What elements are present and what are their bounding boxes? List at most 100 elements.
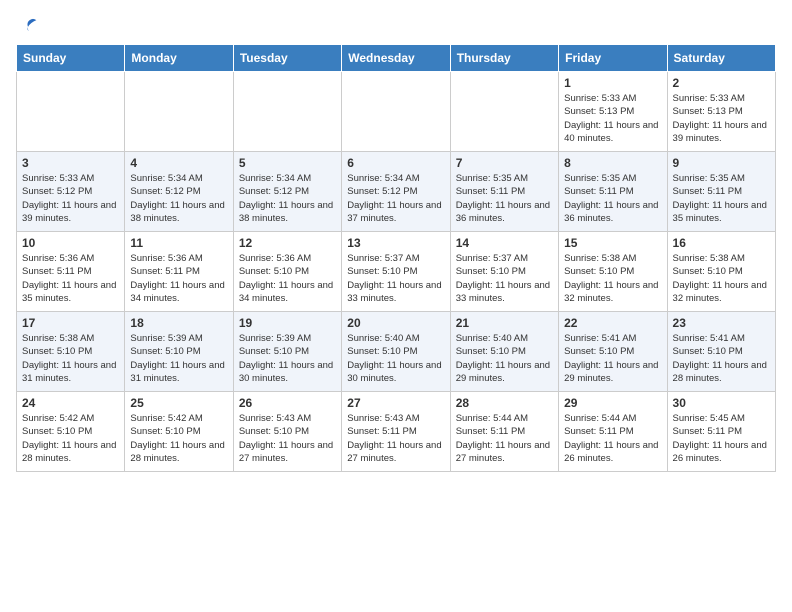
calendar-cell: 2 Sunrise: 5:33 AM Sunset: 5:13 PM Daylig… <box>667 72 775 152</box>
calendar-week-row: 1 Sunrise: 5:33 AM Sunset: 5:13 PM Daylig… <box>17 72 776 152</box>
calendar-cell: 8 Sunrise: 5:35 AM Sunset: 5:11 PM Daylig… <box>559 152 667 232</box>
day-number: 10 <box>22 236 119 250</box>
day-number: 2 <box>673 76 770 90</box>
day-info: Sunrise: 5:38 AM Sunset: 5:10 PM Dayligh… <box>673 252 770 305</box>
weekday-header-cell: Friday <box>559 45 667 72</box>
day-info: Sunrise: 5:35 AM Sunset: 5:11 PM Dayligh… <box>456 172 553 225</box>
day-number: 8 <box>564 156 661 170</box>
day-info: Sunrise: 5:39 AM Sunset: 5:10 PM Dayligh… <box>130 332 227 385</box>
calendar-week-row: 24 Sunrise: 5:42 AM Sunset: 5:10 PM Dayli… <box>17 392 776 472</box>
logo <box>16 16 38 36</box>
logo-bird-icon <box>18 16 38 36</box>
calendar-cell: 9 Sunrise: 5:35 AM Sunset: 5:11 PM Daylig… <box>667 152 775 232</box>
weekday-header-row: SundayMondayTuesdayWednesdayThursdayFrid… <box>17 45 776 72</box>
day-info: Sunrise: 5:44 AM Sunset: 5:11 PM Dayligh… <box>564 412 661 465</box>
day-number: 11 <box>130 236 227 250</box>
weekday-header-cell: Monday <box>125 45 233 72</box>
calendar-cell: 3 Sunrise: 5:33 AM Sunset: 5:12 PM Daylig… <box>17 152 125 232</box>
day-info: Sunrise: 5:36 AM Sunset: 5:11 PM Dayligh… <box>130 252 227 305</box>
day-info: Sunrise: 5:35 AM Sunset: 5:11 PM Dayligh… <box>673 172 770 225</box>
calendar-cell: 18 Sunrise: 5:39 AM Sunset: 5:10 PM Dayli… <box>125 312 233 392</box>
calendar-cell: 29 Sunrise: 5:44 AM Sunset: 5:11 PM Dayli… <box>559 392 667 472</box>
calendar-body: 1 Sunrise: 5:33 AM Sunset: 5:13 PM Daylig… <box>17 72 776 472</box>
day-info: Sunrise: 5:41 AM Sunset: 5:10 PM Dayligh… <box>564 332 661 385</box>
calendar-week-row: 17 Sunrise: 5:38 AM Sunset: 5:10 PM Dayli… <box>17 312 776 392</box>
day-info: Sunrise: 5:33 AM Sunset: 5:13 PM Dayligh… <box>564 92 661 145</box>
calendar-cell <box>450 72 558 152</box>
calendar-cell: 1 Sunrise: 5:33 AM Sunset: 5:13 PM Daylig… <box>559 72 667 152</box>
day-info: Sunrise: 5:38 AM Sunset: 5:10 PM Dayligh… <box>564 252 661 305</box>
day-info: Sunrise: 5:35 AM Sunset: 5:11 PM Dayligh… <box>564 172 661 225</box>
day-info: Sunrise: 5:44 AM Sunset: 5:11 PM Dayligh… <box>456 412 553 465</box>
calendar-table: SundayMondayTuesdayWednesdayThursdayFrid… <box>16 44 776 472</box>
calendar-cell: 7 Sunrise: 5:35 AM Sunset: 5:11 PM Daylig… <box>450 152 558 232</box>
calendar-week-row: 3 Sunrise: 5:33 AM Sunset: 5:12 PM Daylig… <box>17 152 776 232</box>
day-number: 17 <box>22 316 119 330</box>
day-info: Sunrise: 5:45 AM Sunset: 5:11 PM Dayligh… <box>673 412 770 465</box>
day-info: Sunrise: 5:43 AM Sunset: 5:10 PM Dayligh… <box>239 412 336 465</box>
day-number: 12 <box>239 236 336 250</box>
calendar-cell: 22 Sunrise: 5:41 AM Sunset: 5:10 PM Dayli… <box>559 312 667 392</box>
calendar-cell: 5 Sunrise: 5:34 AM Sunset: 5:12 PM Daylig… <box>233 152 341 232</box>
calendar-cell: 30 Sunrise: 5:45 AM Sunset: 5:11 PM Dayli… <box>667 392 775 472</box>
weekday-header-cell: Sunday <box>17 45 125 72</box>
day-info: Sunrise: 5:41 AM Sunset: 5:10 PM Dayligh… <box>673 332 770 385</box>
day-info: Sunrise: 5:40 AM Sunset: 5:10 PM Dayligh… <box>456 332 553 385</box>
day-number: 4 <box>130 156 227 170</box>
calendar-cell: 19 Sunrise: 5:39 AM Sunset: 5:10 PM Dayli… <box>233 312 341 392</box>
weekday-header-cell: Wednesday <box>342 45 450 72</box>
day-number: 27 <box>347 396 444 410</box>
day-number: 21 <box>456 316 553 330</box>
day-number: 5 <box>239 156 336 170</box>
calendar-cell: 24 Sunrise: 5:42 AM Sunset: 5:10 PM Dayli… <box>17 392 125 472</box>
calendar-cell: 20 Sunrise: 5:40 AM Sunset: 5:10 PM Dayli… <box>342 312 450 392</box>
day-info: Sunrise: 5:39 AM Sunset: 5:10 PM Dayligh… <box>239 332 336 385</box>
day-number: 23 <box>673 316 770 330</box>
day-info: Sunrise: 5:33 AM Sunset: 5:13 PM Dayligh… <box>673 92 770 145</box>
day-info: Sunrise: 5:37 AM Sunset: 5:10 PM Dayligh… <box>347 252 444 305</box>
calendar-cell <box>342 72 450 152</box>
day-number: 13 <box>347 236 444 250</box>
day-info: Sunrise: 5:40 AM Sunset: 5:10 PM Dayligh… <box>347 332 444 385</box>
day-number: 3 <box>22 156 119 170</box>
calendar-cell <box>17 72 125 152</box>
day-number: 16 <box>673 236 770 250</box>
page-header <box>16 16 776 36</box>
day-number: 22 <box>564 316 661 330</box>
day-number: 7 <box>456 156 553 170</box>
day-info: Sunrise: 5:42 AM Sunset: 5:10 PM Dayligh… <box>22 412 119 465</box>
weekday-header-cell: Tuesday <box>233 45 341 72</box>
calendar-cell: 27 Sunrise: 5:43 AM Sunset: 5:11 PM Dayli… <box>342 392 450 472</box>
day-info: Sunrise: 5:36 AM Sunset: 5:11 PM Dayligh… <box>22 252 119 305</box>
day-number: 29 <box>564 396 661 410</box>
day-number: 30 <box>673 396 770 410</box>
day-number: 19 <box>239 316 336 330</box>
calendar-week-row: 10 Sunrise: 5:36 AM Sunset: 5:11 PM Dayli… <box>17 232 776 312</box>
weekday-header-cell: Saturday <box>667 45 775 72</box>
day-info: Sunrise: 5:34 AM Sunset: 5:12 PM Dayligh… <box>239 172 336 225</box>
calendar-cell <box>125 72 233 152</box>
day-number: 15 <box>564 236 661 250</box>
calendar-cell: 14Sunrise: 5:37 AM Sunset: 5:10 PM Dayli… <box>450 232 558 312</box>
calendar-cell: 12 Sunrise: 5:36 AM Sunset: 5:10 PM Dayli… <box>233 232 341 312</box>
calendar-cell: 17 Sunrise: 5:38 AM Sunset: 5:10 PM Dayli… <box>17 312 125 392</box>
day-info: Sunrise: 5:33 AM Sunset: 5:12 PM Dayligh… <box>22 172 119 225</box>
day-number: 9 <box>673 156 770 170</box>
day-info: Sunrise: 5:38 AM Sunset: 5:10 PM Dayligh… <box>22 332 119 385</box>
day-number: 18 <box>130 316 227 330</box>
calendar-cell: 11 Sunrise: 5:36 AM Sunset: 5:11 PM Dayli… <box>125 232 233 312</box>
calendar-cell: 6Sunrise: 5:34 AM Sunset: 5:12 PM Daylig… <box>342 152 450 232</box>
day-number: 24 <box>22 396 119 410</box>
day-number: 20 <box>347 316 444 330</box>
weekday-header-cell: Thursday <box>450 45 558 72</box>
calendar-cell: 25Sunrise: 5:42 AM Sunset: 5:10 PM Dayli… <box>125 392 233 472</box>
day-info: Sunrise: 5:34 AM Sunset: 5:12 PM Dayligh… <box>130 172 227 225</box>
day-number: 1 <box>564 76 661 90</box>
day-info: Sunrise: 5:43 AM Sunset: 5:11 PM Dayligh… <box>347 412 444 465</box>
day-number: 25 <box>130 396 227 410</box>
calendar-cell: 13 Sunrise: 5:37 AM Sunset: 5:10 PM Dayli… <box>342 232 450 312</box>
calendar-cell: 21 Sunrise: 5:40 AM Sunset: 5:10 PM Dayli… <box>450 312 558 392</box>
day-info: Sunrise: 5:34 AM Sunset: 5:12 PM Dayligh… <box>347 172 444 225</box>
day-info: Sunrise: 5:36 AM Sunset: 5:10 PM Dayligh… <box>239 252 336 305</box>
day-info: Sunrise: 5:37 AM Sunset: 5:10 PM Dayligh… <box>456 252 553 305</box>
